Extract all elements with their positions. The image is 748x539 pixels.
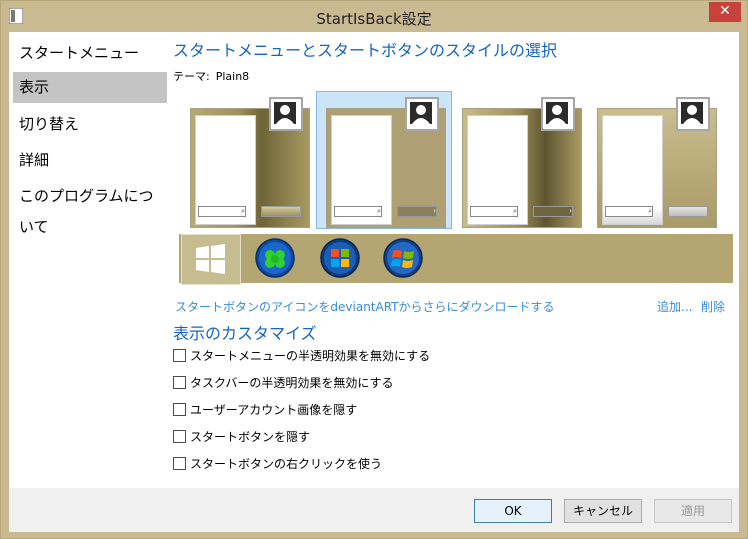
- user-picture-icon: [405, 97, 439, 131]
- search-icon: ⌕: [198, 206, 246, 217]
- settings-window: StartIsBack設定 ✕ スタートメニュー 表示 切り替え 詳細 このプロ…: [0, 0, 748, 539]
- user-picture-icon: [541, 97, 575, 131]
- option-label: タスクバーの半透明効果を無効にする: [190, 376, 394, 390]
- windows7-orb-icon[interactable]: [382, 237, 424, 279]
- sidebar: スタートメニュー 表示 切り替え 詳細 このプログラムについて: [9, 32, 169, 488]
- style-thumbnail: ⌕ ›: [462, 97, 582, 228]
- sidebar-item-about[interactable]: このプログラムについて: [13, 181, 167, 236]
- window-title: StartIsBack設定: [316, 10, 432, 28]
- apply-button[interactable]: 適用: [654, 499, 732, 523]
- option-disable-menu-translucency[interactable]: スタートメニューの半透明効果を無効にする: [173, 348, 430, 364]
- sidebar-item-switching[interactable]: 切り替え: [13, 109, 167, 140]
- style-option-4[interactable]: ⌕: [588, 92, 722, 228]
- power-button-preview: [668, 206, 708, 217]
- option-label: ユーザーアカウント画像を隠す: [190, 403, 358, 417]
- search-icon: ⌕: [470, 206, 518, 217]
- sidebar-item-advanced[interactable]: 詳細: [13, 145, 167, 176]
- search-icon: ⌕: [605, 206, 653, 217]
- ok-button[interactable]: OK: [474, 499, 552, 523]
- power-button-preview: [261, 206, 301, 217]
- close-button[interactable]: ✕: [709, 2, 741, 22]
- client-area: スタートメニュー 表示 切り替え 詳細 このプログラムについて スタートメニュー…: [9, 32, 739, 488]
- appearance-panel: スタートメニューとスタートボタンのスタイルの選択 テーマ: Plain8 ⌕ ⌕…: [173, 32, 739, 488]
- theme-label: テーマ:: [173, 70, 210, 83]
- option-label: スタートボタンを隠す: [190, 430, 311, 444]
- checkbox[interactable]: [173, 430, 186, 443]
- cancel-button[interactable]: キャンセル: [564, 499, 642, 523]
- option-label: スタートメニューの半透明効果を無効にする: [190, 349, 431, 363]
- arrow-icon: ›: [397, 206, 437, 217]
- theme-value: Plain8: [215, 70, 250, 83]
- style-option-2[interactable]: ⌕ ›: [316, 91, 452, 229]
- dialog-button-bar: OK キャンセル 適用: [9, 488, 739, 532]
- style-thumbnail: ⌕: [190, 97, 310, 228]
- option-disable-taskbar-translucency[interactable]: タスクバーの半透明効果を無効にする: [173, 375, 394, 391]
- download-icons-link[interactable]: スタートボタンのアイコンをdeviantARTからさらにダウンロードする: [175, 298, 555, 315]
- user-picture-icon: [676, 97, 710, 131]
- theme-line: テーマ: Plain8: [173, 68, 255, 84]
- user-picture-icon: [269, 97, 303, 131]
- checkbox[interactable]: [173, 349, 186, 362]
- style-option-1[interactable]: ⌕: [181, 92, 315, 228]
- style-thumbnail: ⌕: [597, 97, 717, 228]
- option-start-button-right-click[interactable]: スタートボタンの右クリックを使う: [173, 456, 382, 472]
- style-option-3[interactable]: ⌕ ›: [453, 92, 587, 228]
- checkbox[interactable]: [173, 403, 186, 416]
- search-icon: ⌕: [334, 206, 382, 217]
- windows-vista-orb-icon[interactable]: [319, 237, 361, 279]
- add-link[interactable]: 追加...: [657, 298, 692, 315]
- delete-link[interactable]: 削除: [701, 298, 725, 315]
- sidebar-item-appearance[interactable]: 表示: [13, 72, 167, 103]
- option-hide-start-button[interactable]: スタートボタンを隠す: [173, 429, 310, 445]
- title-bar[interactable]: StartIsBack設定 ✕: [1, 1, 747, 32]
- customize-heading: 表示のカスタマイズ: [173, 324, 317, 343]
- option-label: スタートボタンの右クリックを使う: [190, 457, 383, 471]
- style-thumbnail: ⌕ ›: [326, 97, 446, 228]
- start-button-strip: [179, 234, 733, 285]
- checkbox[interactable]: [173, 457, 186, 470]
- arrow-icon: ›: [533, 206, 573, 217]
- checkbox[interactable]: [173, 376, 186, 389]
- option-hide-user-picture[interactable]: ユーザーアカウント画像を隠す: [173, 402, 357, 418]
- windows8-flag-icon[interactable]: [181, 234, 241, 285]
- sidebar-item-start-menu[interactable]: スタートメニュー: [13, 38, 167, 69]
- clover-orb-icon[interactable]: [254, 237, 296, 279]
- style-heading: スタートメニューとスタートボタンのスタイルの選択: [173, 41, 558, 60]
